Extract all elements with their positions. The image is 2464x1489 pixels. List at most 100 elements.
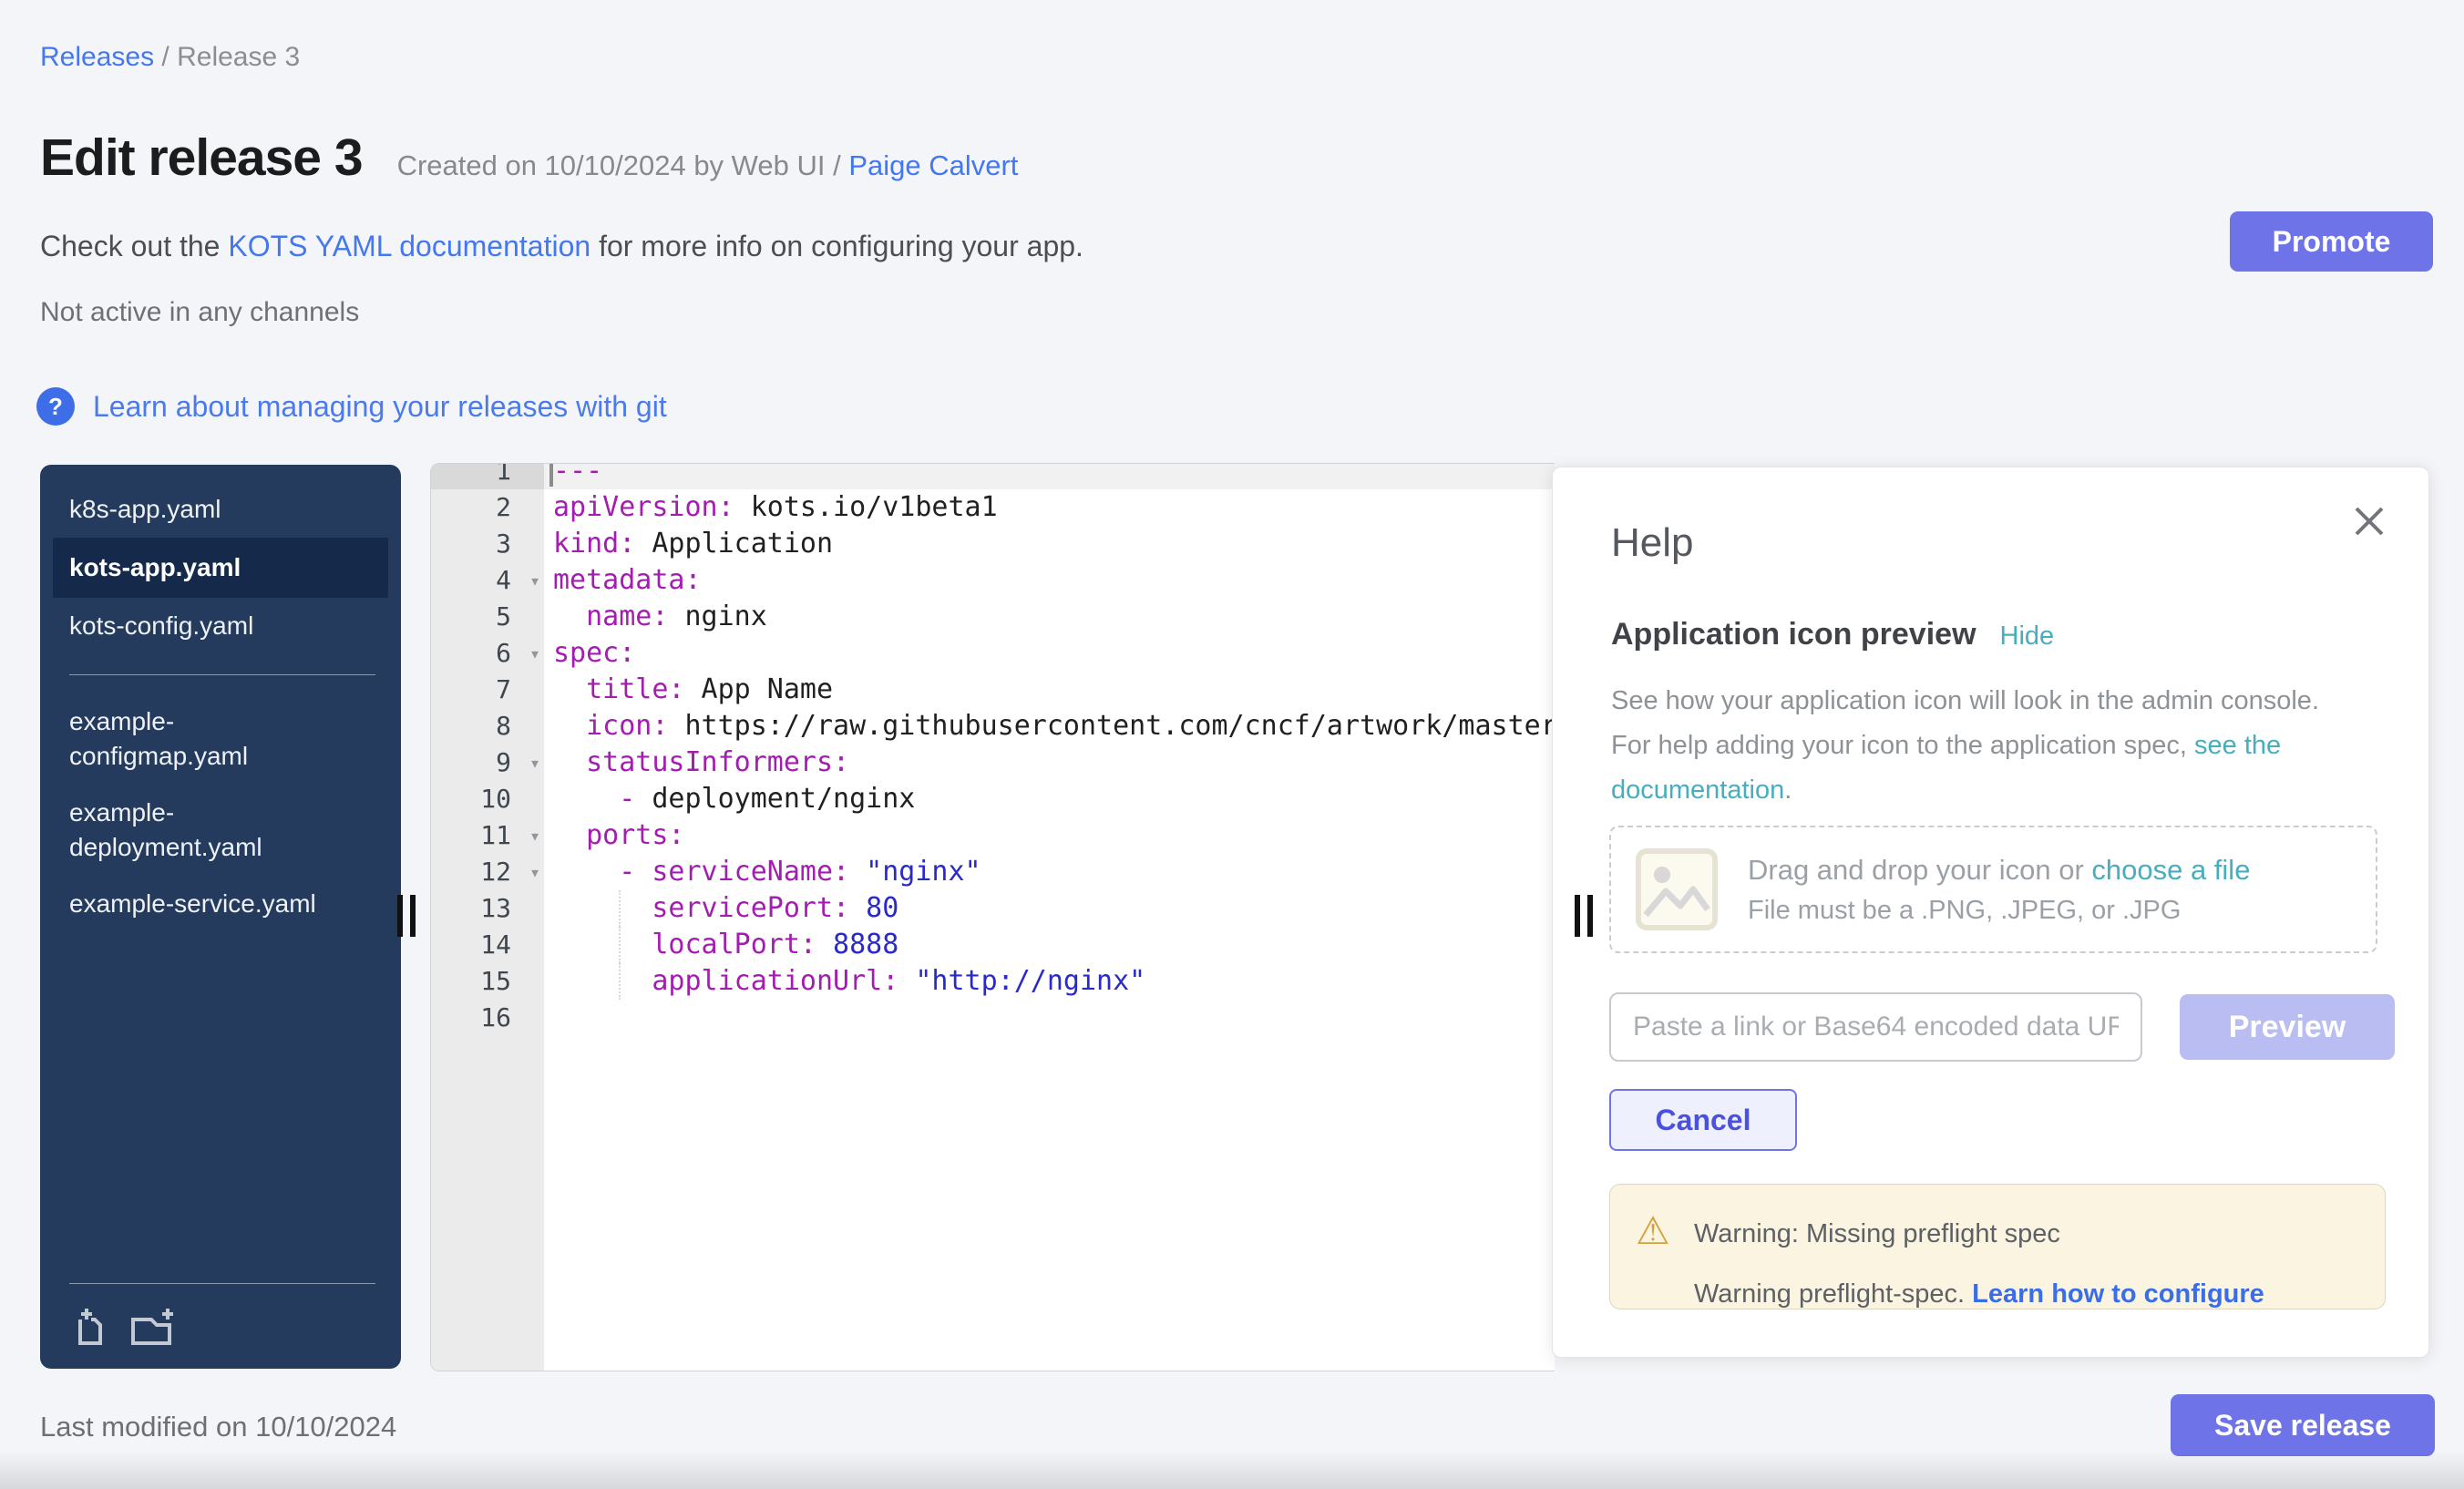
line-number: 13 [431,890,544,927]
code-line[interactable]: 8 icon: https://raw.githubusercontent.co… [431,708,1555,744]
panel-resize-handle-left[interactable] [397,895,425,937]
docs-suffix: for more info on configuring your app. [590,230,1083,262]
fold-caret-icon[interactable]: ▾ [529,854,540,890]
code-text [544,1000,1555,1036]
choose-file-link[interactable]: choose a file [2091,854,2250,886]
fold-caret-icon[interactable]: ▾ [529,744,540,781]
line-number: 15 [431,963,544,1000]
code-line[interactable]: 7 title: App Name [431,672,1555,708]
add-file-icon[interactable] [69,1307,109,1347]
line-number: 5 [431,599,544,635]
git-help-row: ? Learn about managing your releases wit… [36,387,667,426]
question-icon: ? [36,387,75,426]
code-line[interactable]: 4▾metadata: [431,562,1555,599]
dropzone-hint: File must be a .PNG, .JPEG, or .JPG [1748,896,2250,926]
cancel-button[interactable]: Cancel [1609,1089,1797,1151]
icon-preview-section: Application icon preview Hide [1611,617,2054,652]
code-text: apiVersion: kots.io/v1beta1 [544,489,1555,526]
add-folder-icon[interactable] [129,1307,177,1347]
file-item-kots-app-yaml[interactable]: kots-app.yaml [53,538,388,598]
breadcrumb-separator: / [154,42,177,72]
code-line[interactable]: 10 - deployment/nginx [431,781,1555,817]
preview-button[interactable]: Preview [2180,994,2395,1060]
warning-detail: Warning preflight-spec. Learn how to con… [1694,1279,2264,1309]
git-releases-link[interactable]: Learn about managing your releases with … [93,390,667,424]
icon-url-input[interactable] [1609,992,2142,1062]
fold-caret-icon[interactable]: ▾ [529,817,540,854]
icon-dropzone[interactable]: Drag and drop your icon or choose a file… [1609,826,2377,953]
release-editor-page: Releases / Release 3 Edit release 3 Crea… [0,0,2464,1489]
learn-configure-link[interactable]: Learn how to configure [1972,1279,2264,1309]
last-modified: Last modified on 10/10/2024 [40,1411,396,1443]
code-text: spec: [544,635,1555,672]
code-line[interactable]: 9▾ statusInformers: [431,744,1555,781]
line-number: 14 [431,927,544,963]
code-line[interactable]: 3kind: Application [431,526,1555,562]
bottom-fade [0,1451,2464,1489]
file-item-example-configmap-yaml[interactable]: example-configmap.yaml [40,693,401,785]
code-line[interactable]: 6▾spec: [431,635,1555,672]
icon-preview-description: See how your application icon will look … [1611,679,2349,813]
code-line[interactable]: 1--- [431,463,1555,489]
file-item-k8s-app-yaml[interactable]: k8s-app.yaml [40,481,401,538]
line-number: 16 [431,1000,544,1036]
warning-icon: ⚠ [1636,1208,1670,1253]
page-title: Edit release 3 [40,128,363,188]
description-period: . [1784,775,1792,805]
code-text: title: App Name [544,672,1555,708]
fold-caret-icon[interactable]: ▾ [529,635,540,672]
line-number: 3 [431,526,544,562]
line-number: 8 [431,708,544,744]
warning-title: Warning: Missing preflight spec [1694,1219,2060,1249]
breadcrumb: Releases / Release 3 [40,42,300,73]
image-placeholder-icon [1635,847,1719,931]
code-text: servicePort: 80 [544,890,1555,927]
line-number: 6▾ [431,635,544,672]
created-text: Created on 10/10/2024 by Web UI / [397,149,849,181]
code-text: metadata: [544,562,1555,599]
file-item-kots-config-yaml[interactable]: kots-config.yaml [40,598,401,654]
code-line[interactable]: 12▾ - serviceName: "nginx" [431,854,1555,890]
line-number: 12▾ [431,854,544,890]
channel-status: Not active in any channels [40,297,359,328]
yaml-editor[interactable]: 1---2apiVersion: kots.io/v1beta13kind: A… [430,463,1555,1371]
code-line[interactable]: 16 [431,1000,1555,1036]
promote-button[interactable]: Promote [2230,211,2433,272]
indent-guide [619,963,621,1000]
code-text: name: nginx [544,599,1555,635]
code-line[interactable]: 11▾ ports: [431,817,1555,854]
code-text: statusInformers: [544,744,1555,781]
docs-prefix: Check out the [40,230,228,262]
fold-caret-icon[interactable]: ▾ [529,562,540,599]
warning-text: Warning preflight-spec. [1694,1279,1972,1309]
line-number: 4▾ [431,562,544,599]
file-list: k8s-app.yamlkots-app.yamlkots-config.yam… [40,465,401,932]
created-meta: Created on 10/10/2024 by Web UI / Paige … [397,149,1019,182]
kots-yaml-docs-link[interactable]: KOTS YAML documentation [228,230,590,262]
hide-link[interactable]: Hide [2000,621,2055,652]
code-text: applicationUrl: "http://nginx" [544,963,1555,1000]
close-icon[interactable] [2352,504,2387,539]
code-line[interactable]: 14 localPort: 8888 [431,927,1555,963]
line-number: 7 [431,672,544,708]
code-text: kind: Application [544,526,1555,562]
panel-resize-handle-right[interactable] [1575,895,1602,937]
code-text: - serviceName: "nginx" [544,854,1555,890]
save-release-button[interactable]: Save release [2171,1394,2435,1456]
code-line[interactable]: 13 servicePort: 80 [431,890,1555,927]
file-item-example-service-yaml[interactable]: example-service.yaml [40,876,401,932]
title-row: Edit release 3 Created on 10/10/2024 by … [40,128,1018,188]
file-item-example-deployment-yaml[interactable]: example-deployment.yaml [40,785,401,876]
line-number: 11▾ [431,817,544,854]
code-lines: 1---2apiVersion: kots.io/v1beta13kind: A… [431,463,1555,1036]
created-author-link[interactable]: Paige Calvert [848,149,1018,181]
dropzone-text: Drag and drop your icon or [1748,854,2091,886]
code-line[interactable]: 15 applicationUrl: "http://nginx" [431,963,1555,1000]
code-text: icon: https://raw.githubusercontent.com/… [544,708,1555,744]
indent-guide [619,927,621,963]
code-line[interactable]: 5 name: nginx [431,599,1555,635]
breadcrumb-releases-link[interactable]: Releases [40,42,154,72]
code-text: - deployment/nginx [544,781,1555,817]
line-number: 1 [431,463,544,489]
code-line[interactable]: 2apiVersion: kots.io/v1beta1 [431,489,1555,526]
